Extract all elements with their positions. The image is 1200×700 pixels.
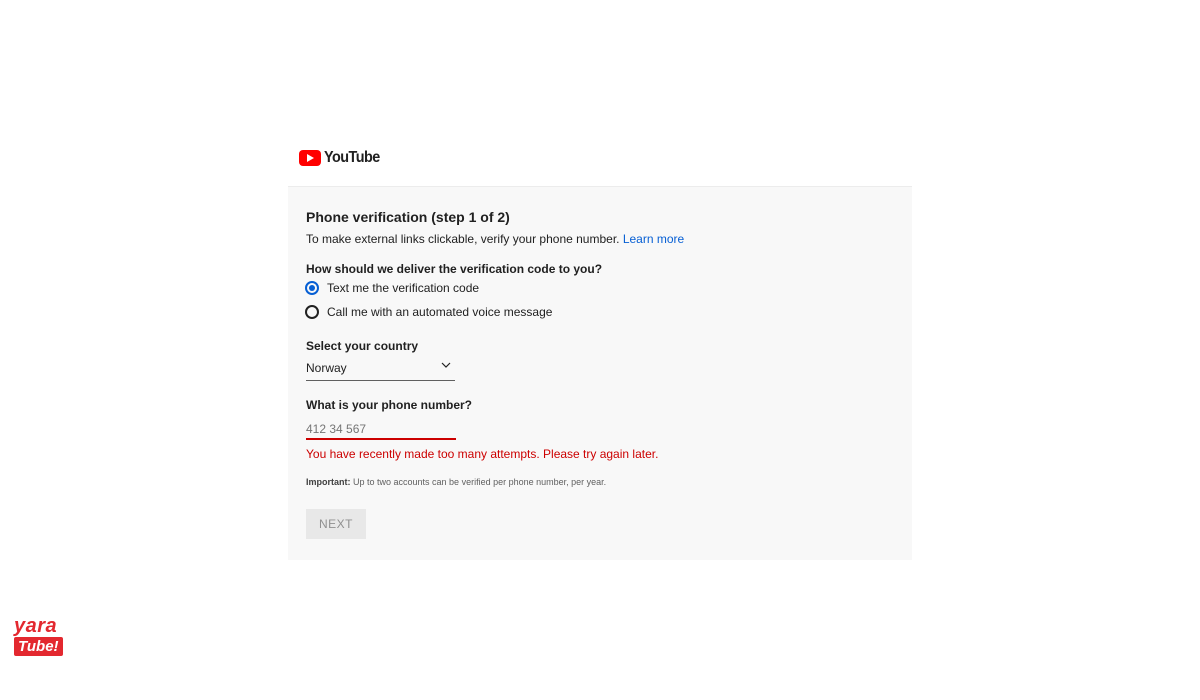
important-note-text: Up to two accounts can be verified per p… [350,477,607,487]
page-subtitle: To make external links clickable, verify… [306,232,684,246]
learn-more-link[interactable]: Learn more [623,232,684,246]
watermark-line1: yara [14,615,58,637]
important-note: Important: Up to two accounts can be ver… [306,477,606,487]
youtube-wordmark: YouTube [324,149,380,166]
phone-error-message: You have recently made too many attempts… [306,447,659,461]
radio-unselected-icon[interactable] [305,305,319,319]
radio-selected-icon[interactable] [305,281,319,295]
phone-label: What is your phone number? [306,398,473,412]
watermark-line2: Tube! [14,637,63,656]
subtitle-text: To make external links clickable, verify… [306,232,620,246]
youtube-play-icon [299,150,321,166]
country-select[interactable]: Norway [306,361,455,381]
phone-verification-card: Phone verification (step 1 of 2) To make… [288,186,912,560]
phone-number-input[interactable] [306,420,456,440]
country-value: Norway [306,361,347,375]
radio-option-call[interactable]: Call me with an automated voice message [305,305,552,319]
next-button[interactable]: NEXT [306,509,366,539]
page-title: Phone verification (step 1 of 2) [306,209,510,225]
chevron-down-icon [441,362,451,368]
radio-label-text: Text me the verification code [327,281,480,295]
yaratube-watermark: yara Tube! [0,607,160,665]
youtube-logo[interactable]: YouTube [299,148,386,168]
radio-option-text[interactable]: Text me the verification code [305,281,479,295]
country-label: Select your country [306,339,419,353]
delivery-question: How should we deliver the verification c… [306,262,603,276]
radio-label-call: Call me with an automated voice message [327,305,553,319]
important-note-label: Important: [306,477,351,487]
